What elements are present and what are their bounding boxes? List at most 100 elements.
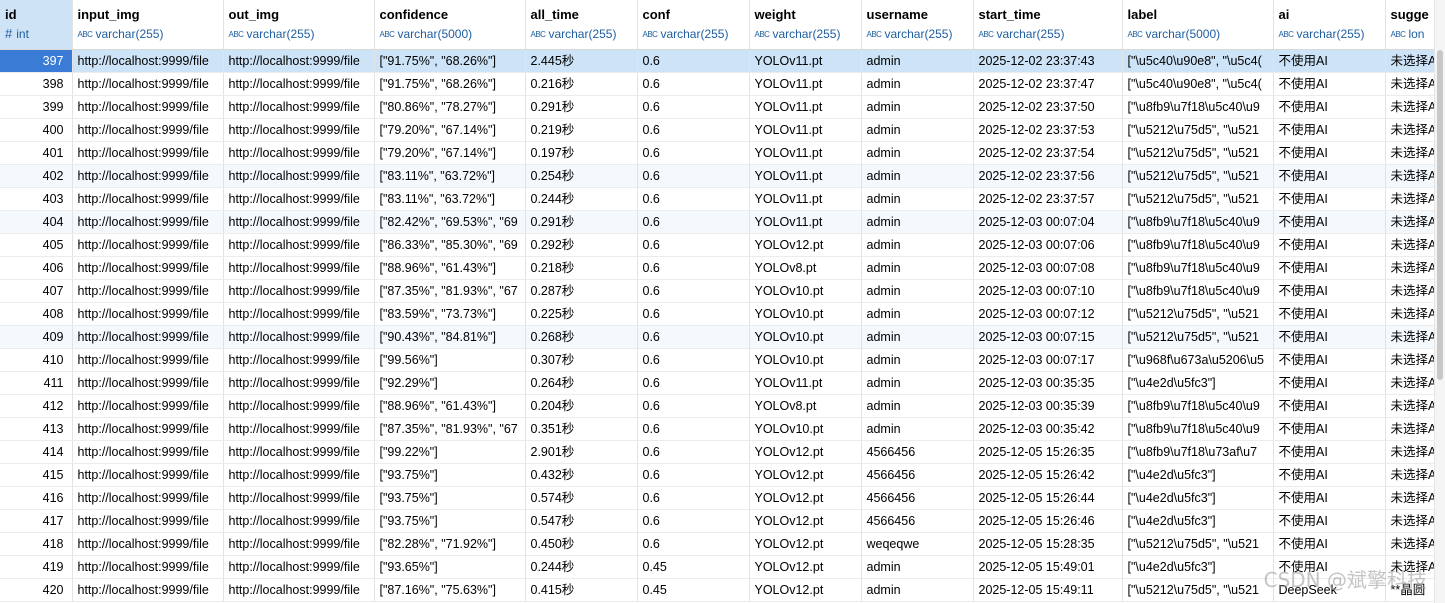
cell-id[interactable]: 419 bbox=[0, 555, 73, 579]
column-header-input-img[interactable]: input_img ABC varchar(255) bbox=[72, 0, 224, 50]
cell-input-img[interactable]: http://localhost:9999/file bbox=[72, 302, 224, 326]
cell-start-time[interactable]: 2025-12-03 00:35:35 bbox=[973, 371, 1123, 395]
cell-id[interactable]: 400 bbox=[0, 118, 73, 142]
cell-id[interactable]: 411 bbox=[0, 371, 73, 395]
cell-out-img[interactable]: http://localhost:9999/file bbox=[223, 72, 375, 96]
cell-confidence[interactable]: ["90.43%", "84.81%"] bbox=[374, 325, 526, 349]
cell-start-time[interactable]: 2025-12-03 00:07:17 bbox=[973, 348, 1123, 372]
table-row[interactable]: 414 http://localhost:9999/file http://loca… bbox=[0, 440, 1445, 464]
table-row[interactable]: 402 http://localhost:9999/file http://loca… bbox=[0, 164, 1445, 188]
cell-all-time[interactable]: 0.254秒 bbox=[525, 164, 638, 188]
cell-input-img[interactable]: http://localhost:9999/file bbox=[72, 417, 224, 441]
cell-out-img[interactable]: http://localhost:9999/file bbox=[223, 348, 375, 372]
cell-out-img[interactable]: http://localhost:9999/file bbox=[223, 302, 375, 326]
cell-conf[interactable]: 0.45 bbox=[637, 578, 750, 602]
cell-input-img[interactable]: http://localhost:9999/file bbox=[72, 463, 224, 487]
cell-username[interactable]: 4566456 bbox=[861, 486, 974, 510]
cell-id[interactable]: 401 bbox=[0, 141, 73, 165]
cell-username[interactable]: admin bbox=[861, 348, 974, 372]
cell-ai[interactable]: 不使用AI bbox=[1273, 532, 1386, 556]
cell-id[interactable]: 407 bbox=[0, 279, 73, 303]
cell-label[interactable]: ["\u8fb9\u7f18\u5c40\u9 bbox=[1122, 210, 1274, 234]
table-row[interactable]: 413 http://localhost:9999/file http://loca… bbox=[0, 417, 1445, 441]
cell-weight[interactable]: YOLOv12.pt bbox=[749, 509, 862, 533]
cell-id[interactable]: 413 bbox=[0, 417, 73, 441]
cell-weight[interactable]: YOLOv11.pt bbox=[749, 118, 862, 142]
cell-out-img[interactable]: http://localhost:9999/file bbox=[223, 95, 375, 119]
cell-label[interactable]: ["\u5212\u75d5", "\u521 bbox=[1122, 325, 1274, 349]
cell-out-img[interactable]: http://localhost:9999/file bbox=[223, 463, 375, 487]
cell-all-time[interactable]: 0.216秒 bbox=[525, 72, 638, 96]
cell-weight[interactable]: YOLOv12.pt bbox=[749, 463, 862, 487]
cell-input-img[interactable]: http://localhost:9999/file bbox=[72, 49, 224, 73]
cell-start-time[interactable]: 2025-12-02 23:37:43 bbox=[973, 49, 1123, 73]
table-row[interactable]: 401 http://localhost:9999/file http://loca… bbox=[0, 141, 1445, 165]
cell-out-img[interactable]: http://localhost:9999/file bbox=[223, 164, 375, 188]
cell-input-img[interactable]: http://localhost:9999/file bbox=[72, 348, 224, 372]
cell-ai[interactable]: 不使用AI bbox=[1273, 141, 1386, 165]
cell-id[interactable]: 416 bbox=[0, 486, 73, 510]
cell-label[interactable]: ["\u5212\u75d5", "\u521 bbox=[1122, 532, 1274, 556]
cell-conf[interactable]: 0.6 bbox=[637, 440, 750, 464]
cell-conf[interactable]: 0.6 bbox=[637, 49, 750, 73]
cell-start-time[interactable]: 2025-12-02 23:37:53 bbox=[973, 118, 1123, 142]
cell-label[interactable]: ["\u8fb9\u7f18\u5c40\u9 bbox=[1122, 256, 1274, 280]
cell-label[interactable]: ["\u8fb9\u7f18\u73af\u7 bbox=[1122, 440, 1274, 464]
cell-weight[interactable]: YOLOv11.pt bbox=[749, 141, 862, 165]
cell-username[interactable]: admin bbox=[861, 555, 974, 579]
cell-label[interactable]: ["\u4e2d\u5fc3"] bbox=[1122, 555, 1274, 579]
cell-start-time[interactable]: 2025-12-05 15:49:11 bbox=[973, 578, 1123, 602]
cell-id[interactable]: 409 bbox=[0, 325, 73, 349]
cell-label[interactable]: ["\u8fb9\u7f18\u5c40\u9 bbox=[1122, 394, 1274, 418]
cell-id[interactable]: 415 bbox=[0, 463, 73, 487]
cell-input-img[interactable]: http://localhost:9999/file bbox=[72, 394, 224, 418]
cell-input-img[interactable]: http://localhost:9999/file bbox=[72, 371, 224, 395]
cell-all-time[interactable]: 0.450秒 bbox=[525, 532, 638, 556]
column-header-confidence[interactable]: confidence ABC varchar(5000) bbox=[374, 0, 526, 50]
cell-all-time[interactable]: 0.244秒 bbox=[525, 555, 638, 579]
cell-username[interactable]: admin bbox=[861, 95, 974, 119]
cell-input-img[interactable]: http://localhost:9999/file bbox=[72, 279, 224, 303]
cell-username[interactable]: admin bbox=[861, 394, 974, 418]
cell-ai[interactable]: 不使用AI bbox=[1273, 555, 1386, 579]
column-header-label[interactable]: label ABC varchar(5000) bbox=[1122, 0, 1274, 50]
cell-id[interactable]: 418 bbox=[0, 532, 73, 556]
cell-confidence[interactable]: ["99.56%"] bbox=[374, 348, 526, 372]
cell-start-time[interactable]: 2025-12-03 00:07:10 bbox=[973, 279, 1123, 303]
cell-ai[interactable]: 不使用AI bbox=[1273, 325, 1386, 349]
cell-conf[interactable]: 0.6 bbox=[637, 509, 750, 533]
cell-id[interactable]: 420 bbox=[0, 578, 73, 602]
cell-input-img[interactable]: http://localhost:9999/file bbox=[72, 164, 224, 188]
cell-confidence[interactable]: ["99.22%"] bbox=[374, 440, 526, 464]
cell-out-img[interactable]: http://localhost:9999/file bbox=[223, 325, 375, 349]
cell-all-time[interactable]: 0.547秒 bbox=[525, 509, 638, 533]
cell-weight[interactable]: YOLOv11.pt bbox=[749, 95, 862, 119]
cell-start-time[interactable]: 2025-12-05 15:26:46 bbox=[973, 509, 1123, 533]
cell-out-img[interactable]: http://localhost:9999/file bbox=[223, 49, 375, 73]
cell-conf[interactable]: 0.6 bbox=[637, 325, 750, 349]
cell-input-img[interactable]: http://localhost:9999/file bbox=[72, 72, 224, 96]
cell-ai[interactable]: 不使用AI bbox=[1273, 256, 1386, 280]
cell-ai[interactable]: 不使用AI bbox=[1273, 394, 1386, 418]
cell-conf[interactable]: 0.6 bbox=[637, 141, 750, 165]
cell-username[interactable]: admin bbox=[861, 302, 974, 326]
cell-input-img[interactable]: http://localhost:9999/file bbox=[72, 578, 224, 602]
cell-username[interactable]: admin bbox=[861, 371, 974, 395]
cell-input-img[interactable]: http://localhost:9999/file bbox=[72, 486, 224, 510]
cell-id[interactable]: 405 bbox=[0, 233, 73, 257]
cell-all-time[interactable]: 0.574秒 bbox=[525, 486, 638, 510]
cell-out-img[interactable]: http://localhost:9999/file bbox=[223, 440, 375, 464]
cell-label[interactable]: ["\u8fb9\u7f18\u5c40\u9 bbox=[1122, 417, 1274, 441]
cell-ai[interactable]: 不使用AI bbox=[1273, 210, 1386, 234]
cell-label[interactable]: ["\u5c40\u90e8", "\u5c4( bbox=[1122, 72, 1274, 96]
cell-label[interactable]: ["\u8fb9\u7f18\u5c40\u9 bbox=[1122, 279, 1274, 303]
cell-ai[interactable]: 不使用AI bbox=[1273, 187, 1386, 211]
cell-out-img[interactable]: http://localhost:9999/file bbox=[223, 279, 375, 303]
vertical-scrollbar[interactable] bbox=[1434, 0, 1445, 603]
cell-username[interactable]: admin bbox=[861, 210, 974, 234]
cell-ai[interactable]: 不使用AI bbox=[1273, 302, 1386, 326]
cell-input-img[interactable]: http://localhost:9999/file bbox=[72, 95, 224, 119]
cell-confidence[interactable]: ["91.75%", "68.26%"] bbox=[374, 49, 526, 73]
cell-all-time[interactable]: 0.351秒 bbox=[525, 417, 638, 441]
table-row[interactable]: 416 http://localhost:9999/file http://loca… bbox=[0, 486, 1445, 510]
